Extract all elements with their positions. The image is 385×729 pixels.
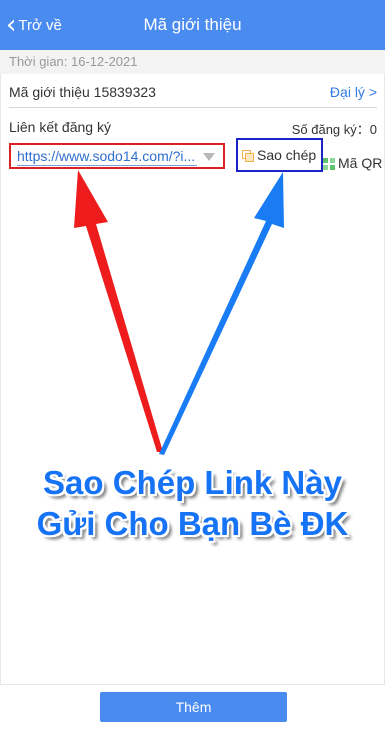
- add-button[interactable]: Thêm: [100, 692, 287, 722]
- annotation-caption-line1: Sao Chép Link Này: [43, 464, 342, 501]
- blue-arrow: [159, 172, 284, 455]
- red-arrow: [74, 170, 163, 452]
- annotation-caption-line2: Gửi Cho Bạn Bè ĐK: [36, 505, 349, 542]
- footer-bar: Thêm: [0, 684, 385, 729]
- annotation-arrows: [74, 170, 284, 455]
